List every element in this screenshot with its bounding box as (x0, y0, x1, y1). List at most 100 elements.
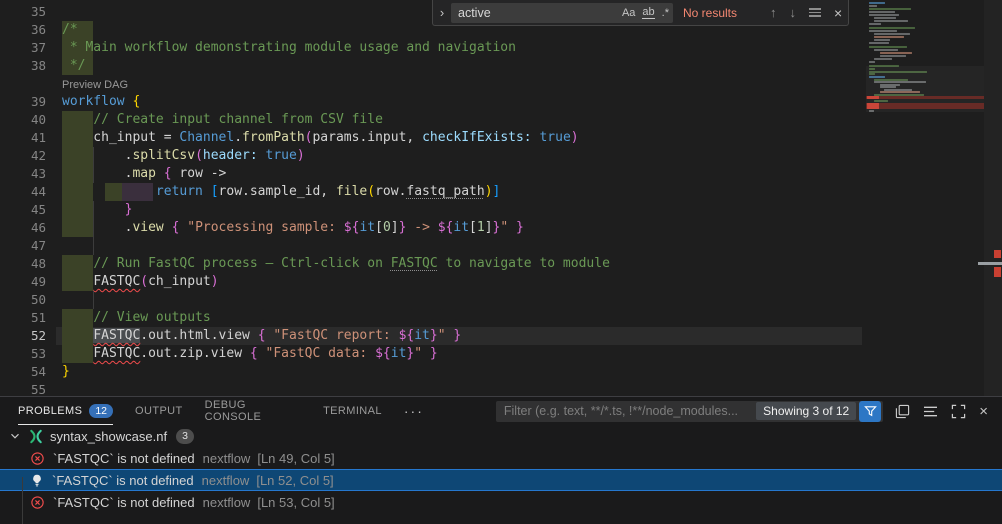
code-line[interactable]: 38 */ (0, 57, 1002, 75)
code-text[interactable]: .splitCsv(header: true) (62, 147, 305, 165)
lightbulb-icon (30, 473, 44, 488)
code-line[interactable]: 43 .map { row -> (0, 165, 1002, 183)
minimap-mark (869, 8, 911, 10)
error-icon (30, 451, 45, 466)
code-line[interactable]: 48 // Run FastQC process — Ctrl-click on… (0, 255, 1002, 273)
code-text[interactable]: // Create input channel from CSV file (62, 111, 383, 129)
code-line[interactable]: 53 FASTQC.out.zip.view { "FastQC data: $… (0, 345, 1002, 363)
code-text[interactable]: return [row.sample_id, file(row.fastq_pa… (62, 183, 500, 201)
problem-row[interactable]: `FASTQC` is not definednextflow[Ln 52, C… (0, 469, 1002, 491)
minimap-mark (869, 2, 885, 4)
problems-filter[interactable]: Showing 3 of 12 (496, 401, 883, 422)
close-panel-icon[interactable]: × (979, 403, 988, 420)
code-line[interactable]: 40 // Create input channel from CSV file (0, 111, 1002, 129)
problem-row[interactable]: `FASTQC` is not defined nextflow [Ln 49, C… (0, 447, 1002, 469)
code-text[interactable]: /* (62, 21, 78, 39)
problem-source: nextflow (203, 495, 251, 510)
minimap-mark (874, 33, 910, 35)
collapse-all-icon[interactable] (923, 405, 938, 418)
code-text[interactable]: .map { row -> (62, 165, 226, 183)
problem-location: [Ln 53, Col 5] (257, 495, 334, 510)
tab-output[interactable]: OUTPUT (135, 397, 183, 425)
line-number: 55 (0, 381, 46, 396)
code-line[interactable]: 37 * Main workflow demonstrating module … (0, 39, 1002, 57)
tab-problems[interactable]: PROBLEMS12 (18, 397, 113, 425)
minimap-mark (866, 66, 985, 112)
code-text[interactable]: ch_input = Channel.fromPath(params.input… (62, 129, 579, 147)
find-close-icon[interactable]: × (834, 5, 842, 21)
maximize-panel-icon[interactable] (951, 404, 966, 419)
tab-label: TERMINAL (323, 405, 382, 417)
problem-row[interactable]: `FASTQC` is not definednextflow[Ln 53, C… (0, 491, 1002, 513)
problem-location: [Ln 49, Col 5] (257, 451, 334, 466)
code-text[interactable]: // View outputs (62, 309, 211, 327)
code-line[interactable]: 41 ch_input = Channel.fromPath(params.in… (0, 129, 1002, 147)
tab-debug-console[interactable]: DEBUG CONSOLE (205, 397, 301, 425)
code-line[interactable]: 54} (0, 363, 1002, 381)
codelens-preview-dag[interactable]: Preview DAG (62, 76, 128, 94)
tab-label: DEBUG CONSOLE (205, 399, 301, 423)
minimap-mark (869, 27, 915, 29)
bottom-panel: PROBLEMS12 OUTPUT DEBUG CONSOLE TERMINAL ··… (0, 396, 1002, 524)
find-in-selection-icon[interactable] (809, 6, 821, 19)
problems-filter-input[interactable] (504, 404, 756, 418)
problems-file-group[interactable]: syntax_showcase.nf 3 (0, 425, 1002, 447)
find-input[interactable]: active Aa ab .* (451, 3, 673, 23)
line-number: 44 (0, 183, 46, 201)
code-text[interactable]: } (62, 363, 70, 381)
minimap-mark (874, 17, 896, 19)
find-expand-chevron-icon[interactable]: › (433, 5, 451, 20)
code-line[interactable]: 47 (0, 237, 1002, 255)
code-text[interactable]: .view { "Processing sample: ${it[0]} -> … (62, 219, 524, 237)
line-number: 42 (0, 147, 46, 165)
code-line[interactable]: 49 FASTQC(ch_input) (0, 273, 1002, 291)
problems-tree: syntax_showcase.nf 3 `FASTQC` is not def… (0, 425, 1002, 513)
tree-indent-guide (22, 477, 23, 524)
match-case-toggle[interactable]: Aa (622, 7, 635, 19)
find-next-icon[interactable]: ↓ (790, 5, 797, 20)
whole-word-toggle[interactable]: ab (642, 7, 654, 19)
line-number: 35 (0, 3, 46, 21)
code-line[interactable]: 51 // View outputs (0, 309, 1002, 327)
code-text[interactable]: // Run FastQC process — Ctrl-click on FA… (62, 255, 610, 273)
line-number: 46 (0, 219, 46, 237)
problem-message: `FASTQC` is not defined (53, 451, 195, 466)
editor-pane[interactable]: 3536/*37 * Main workflow demonstrating m… (0, 0, 1002, 396)
code-line[interactable]: 42 .splitCsv(header: true) (0, 147, 1002, 165)
code-line[interactable]: 50 (0, 291, 1002, 309)
code-line[interactable]: 45 } (0, 201, 1002, 219)
find-previous-icon[interactable]: ↑ (770, 5, 777, 20)
filter-funnel-icon[interactable] (859, 401, 881, 422)
code-text[interactable]: } (62, 201, 132, 219)
codelens-row[interactable]: Preview DAG (0, 75, 1002, 93)
code-text[interactable]: FASTQC.out.zip.view { "FastQC data: ${it… (62, 345, 438, 363)
minimap[interactable] (866, 0, 985, 396)
minimap-mark (874, 20, 908, 22)
line-number: 53 (0, 345, 46, 363)
minimap-mark (869, 11, 895, 13)
find-results-label: No results (683, 6, 757, 20)
code-text[interactable]: FASTQC.out.html.view { "FastQC report: $… (62, 327, 461, 345)
code-text[interactable]: FASTQC(ch_input) (62, 273, 219, 291)
code-line[interactable]: 44 return [row.sample_id, file(row.fastq… (0, 183, 1002, 201)
code-text[interactable]: * Main workflow demonstrating module usa… (62, 39, 516, 57)
code-line[interactable]: 52 FASTQC.out.html.view { "FastQC report… (0, 327, 1002, 345)
code-line[interactable]: 46 .view { "Processing sample: ${it[0]} … (0, 219, 1002, 237)
code-text[interactable]: workflow { (62, 93, 140, 111)
minimap-mark (874, 36, 904, 38)
code-area[interactable]: 3536/*37 * Main workflow demonstrating m… (0, 3, 1002, 396)
panel-more-actions-icon[interactable]: ··· (404, 403, 424, 419)
tab-terminal[interactable]: TERMINAL (323, 397, 382, 425)
regex-toggle[interactable]: .* (662, 7, 669, 19)
find-query-text[interactable]: active (458, 6, 615, 20)
view-as-table-icon[interactable] (895, 404, 910, 419)
code-line[interactable]: 55 (0, 381, 1002, 396)
error-icon (30, 495, 45, 510)
problem-source: nextflow (203, 451, 251, 466)
code-text[interactable]: */ (62, 57, 85, 75)
code-line[interactable]: 39workflow { (0, 93, 1002, 111)
minimap-mark (874, 58, 892, 60)
line-number: 51 (0, 309, 46, 327)
problem-message: `FASTQC` is not defined (52, 473, 194, 488)
overview-ruler-mark (994, 267, 1001, 277)
